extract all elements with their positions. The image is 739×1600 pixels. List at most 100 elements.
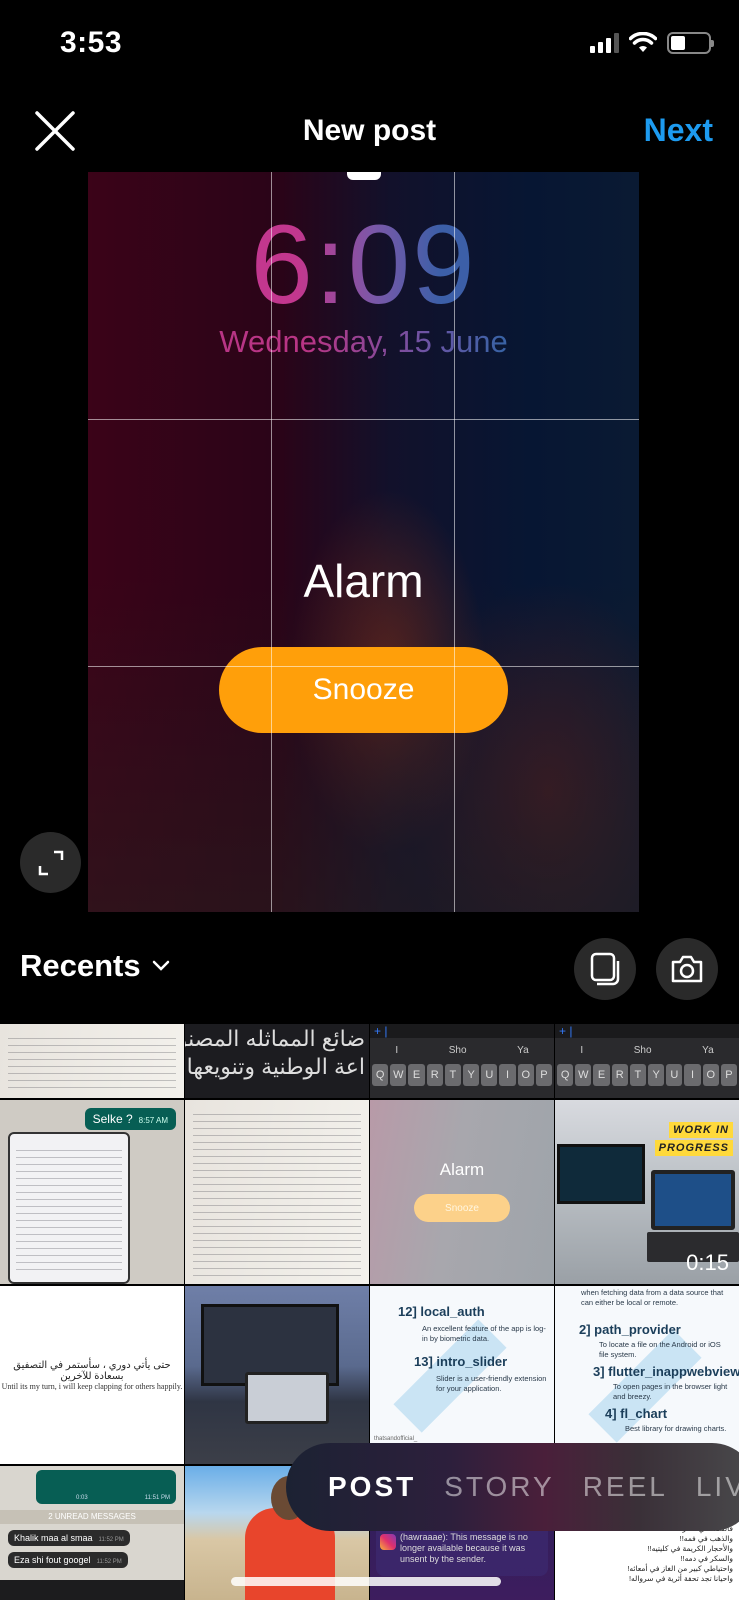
multiple-select-icon xyxy=(590,952,620,986)
key: I xyxy=(499,1064,516,1086)
key: E xyxy=(593,1064,610,1086)
gallery-thumbnail[interactable]: Alarm Snooze xyxy=(370,1100,554,1284)
chat-bubble: Eza shi fout googel 11:52 PM xyxy=(8,1552,128,1568)
gallery-video-thumbnail[interactable]: 0:10 xyxy=(185,1286,369,1464)
key: O xyxy=(702,1064,719,1086)
key: U xyxy=(481,1064,498,1086)
poem-line: والأحجار الكريمة في كليتيه!! xyxy=(647,1544,733,1553)
key: R xyxy=(426,1064,443,1086)
keyboard-row: QWERTYUIOP xyxy=(372,1064,553,1086)
package-title: 4] fl_chart xyxy=(605,1406,668,1421)
poem-line: والسكر في دمه!! xyxy=(680,1554,733,1563)
alarm-label: Alarm xyxy=(439,1160,485,1179)
chat-message: Eza shi fout googel xyxy=(14,1555,91,1565)
wifi-icon xyxy=(629,32,657,52)
key: E xyxy=(408,1064,425,1086)
mode-reel[interactable]: REEL xyxy=(583,1471,668,1503)
package-title: 13] intro_slider xyxy=(414,1354,508,1369)
arabic-text: ضائع المماثله المصنوعه محلي xyxy=(185,1026,365,1051)
cellular-signal-icon xyxy=(590,33,619,53)
suggestion: I xyxy=(580,1044,584,1056)
notification-body: (hawraaae): This message is no longer av… xyxy=(400,1532,528,1564)
keyboard-suggestions: I Sho Ya xyxy=(555,1040,739,1060)
snooze-button: Snooze xyxy=(219,647,508,733)
alarm-label: Alarm xyxy=(303,555,424,607)
camera-icon xyxy=(671,955,703,983)
key: T xyxy=(444,1064,462,1086)
key: O xyxy=(517,1064,534,1086)
mode-post[interactable]: POST xyxy=(328,1471,416,1503)
status-icons xyxy=(590,32,714,54)
key: T xyxy=(629,1064,647,1086)
chevron-down-icon xyxy=(152,960,169,971)
key: P xyxy=(535,1064,553,1086)
chat-message: Khalik maa al smaa xyxy=(14,1533,93,1543)
page-title: New post xyxy=(302,114,437,147)
gallery-thumbnail[interactable]: + | I Sho Ya QWERTYUIOP xyxy=(555,1024,739,1098)
document-photo xyxy=(193,1108,361,1276)
package-title: 2] path_provider xyxy=(579,1322,681,1337)
key: Y xyxy=(648,1064,665,1086)
tablet-image xyxy=(245,1372,329,1424)
snooze-label: Snooze xyxy=(414,1194,510,1222)
document-photo xyxy=(8,1032,176,1090)
voice-duration: 0:03 xyxy=(76,1495,88,1501)
poem-text: فالفضة في شعره !! والذهب في فمه!! والأحج… xyxy=(627,1524,733,1584)
gallery-thumbnail[interactable] xyxy=(0,1024,184,1098)
gallery-thumbnail[interactable]: when fetching data from a data source th… xyxy=(555,1286,739,1464)
key: Y xyxy=(463,1064,480,1086)
mode-story[interactable]: STORY xyxy=(444,1471,554,1503)
select-multiple-button[interactable] xyxy=(574,938,636,1000)
package-title: 3] flutter_inappwebview xyxy=(593,1364,739,1379)
laptop-image xyxy=(651,1170,735,1230)
chat-time: 11:52 PM xyxy=(98,1537,124,1543)
key: R xyxy=(611,1064,628,1086)
unread-divider: 2 UNREAD MESSAGES xyxy=(0,1510,184,1524)
chat-bubble: Khalik maa al smaa 11:52 PM xyxy=(8,1530,130,1546)
gallery-thumbnail[interactable]: 0:03 11:51 PM 2 UNREAD MESSAGES Khalik m… xyxy=(0,1466,184,1600)
keyboard-input-bar: + | xyxy=(370,1024,554,1038)
mode-live[interactable]: LIVE xyxy=(696,1471,739,1503)
chat-bubble: Selke ? 8:57 AM xyxy=(84,1108,176,1130)
chat-input-bar xyxy=(0,1580,184,1600)
suggestion: Ya xyxy=(517,1044,529,1056)
expand-icon xyxy=(38,850,63,875)
home-indicator[interactable] xyxy=(231,1577,501,1586)
gallery-thumbnail[interactable]: Selke ? 8:57 AM xyxy=(0,1100,184,1284)
status-bar: 3:53 xyxy=(0,0,739,92)
voice-message: 0:03 11:51 PM xyxy=(36,1470,176,1504)
expand-crop-button[interactable] xyxy=(20,832,81,893)
poem-line: واحيانا تجد تحفة أثرية في سرواله! xyxy=(628,1574,733,1583)
status-time: 3:53 xyxy=(60,26,123,59)
package-description: when fetching data from a data source th… xyxy=(581,1288,724,1307)
album-selector[interactable]: Recents xyxy=(20,948,171,984)
camera-button[interactable] xyxy=(656,938,718,1000)
suggestion: Sho xyxy=(633,1044,652,1056)
suggestion: Ya xyxy=(702,1044,714,1056)
gallery-video-thumbnail[interactable]: WORK IN PROGRESS 0:15 xyxy=(555,1100,739,1284)
keyboard-row: QWERTYUIOP xyxy=(557,1064,738,1086)
crop-grid-line xyxy=(88,666,639,667)
keyboard-input-bar: + | xyxy=(555,1024,739,1038)
gallery-thumbnail[interactable]: 12] local_auth An excellent feature of t… xyxy=(370,1286,554,1464)
next-button[interactable]: Next xyxy=(644,112,713,149)
crop-grid-line xyxy=(454,172,455,912)
chat-time: 11:52 PM xyxy=(96,1559,122,1565)
voice-time: 11:51 PM xyxy=(144,1495,170,1501)
gallery-thumbnail[interactable]: + | I Sho Ya QWERTYUIOP xyxy=(370,1024,554,1098)
gallery-thumbnail[interactable]: حتى يأتي دوري ، سأستمر في التصفيق بسعادة… xyxy=(0,1286,184,1464)
monitor-image xyxy=(557,1144,645,1204)
keyboard-suggestions: I Sho Ya xyxy=(370,1040,554,1060)
battery-icon xyxy=(667,32,714,54)
arabic-text: اعة الوطنية وتنويعها تشجيع xyxy=(185,1054,365,1079)
package-title: 12] local_auth xyxy=(398,1304,485,1319)
gallery-thumbnail[interactable]: ضائع المماثله المصنوعه محلي اعة الوطنية … xyxy=(185,1024,369,1098)
key: I xyxy=(684,1064,701,1086)
package-description: An excellent feature of the app is log-i… xyxy=(422,1324,546,1343)
quote-arabic: حتى يأتي دوري ، سأستمر في التصفيق بسعادة… xyxy=(13,1360,171,1382)
media-preview[interactable]: 6:09 Wednesday, 15 June Alarm Snooze xyxy=(88,172,639,912)
package-description: Slider is a user-friendly extension for … xyxy=(436,1374,547,1393)
key: Q xyxy=(372,1064,389,1086)
chat-message: Selke ? xyxy=(92,1112,133,1126)
gallery-thumbnail[interactable] xyxy=(185,1100,369,1284)
